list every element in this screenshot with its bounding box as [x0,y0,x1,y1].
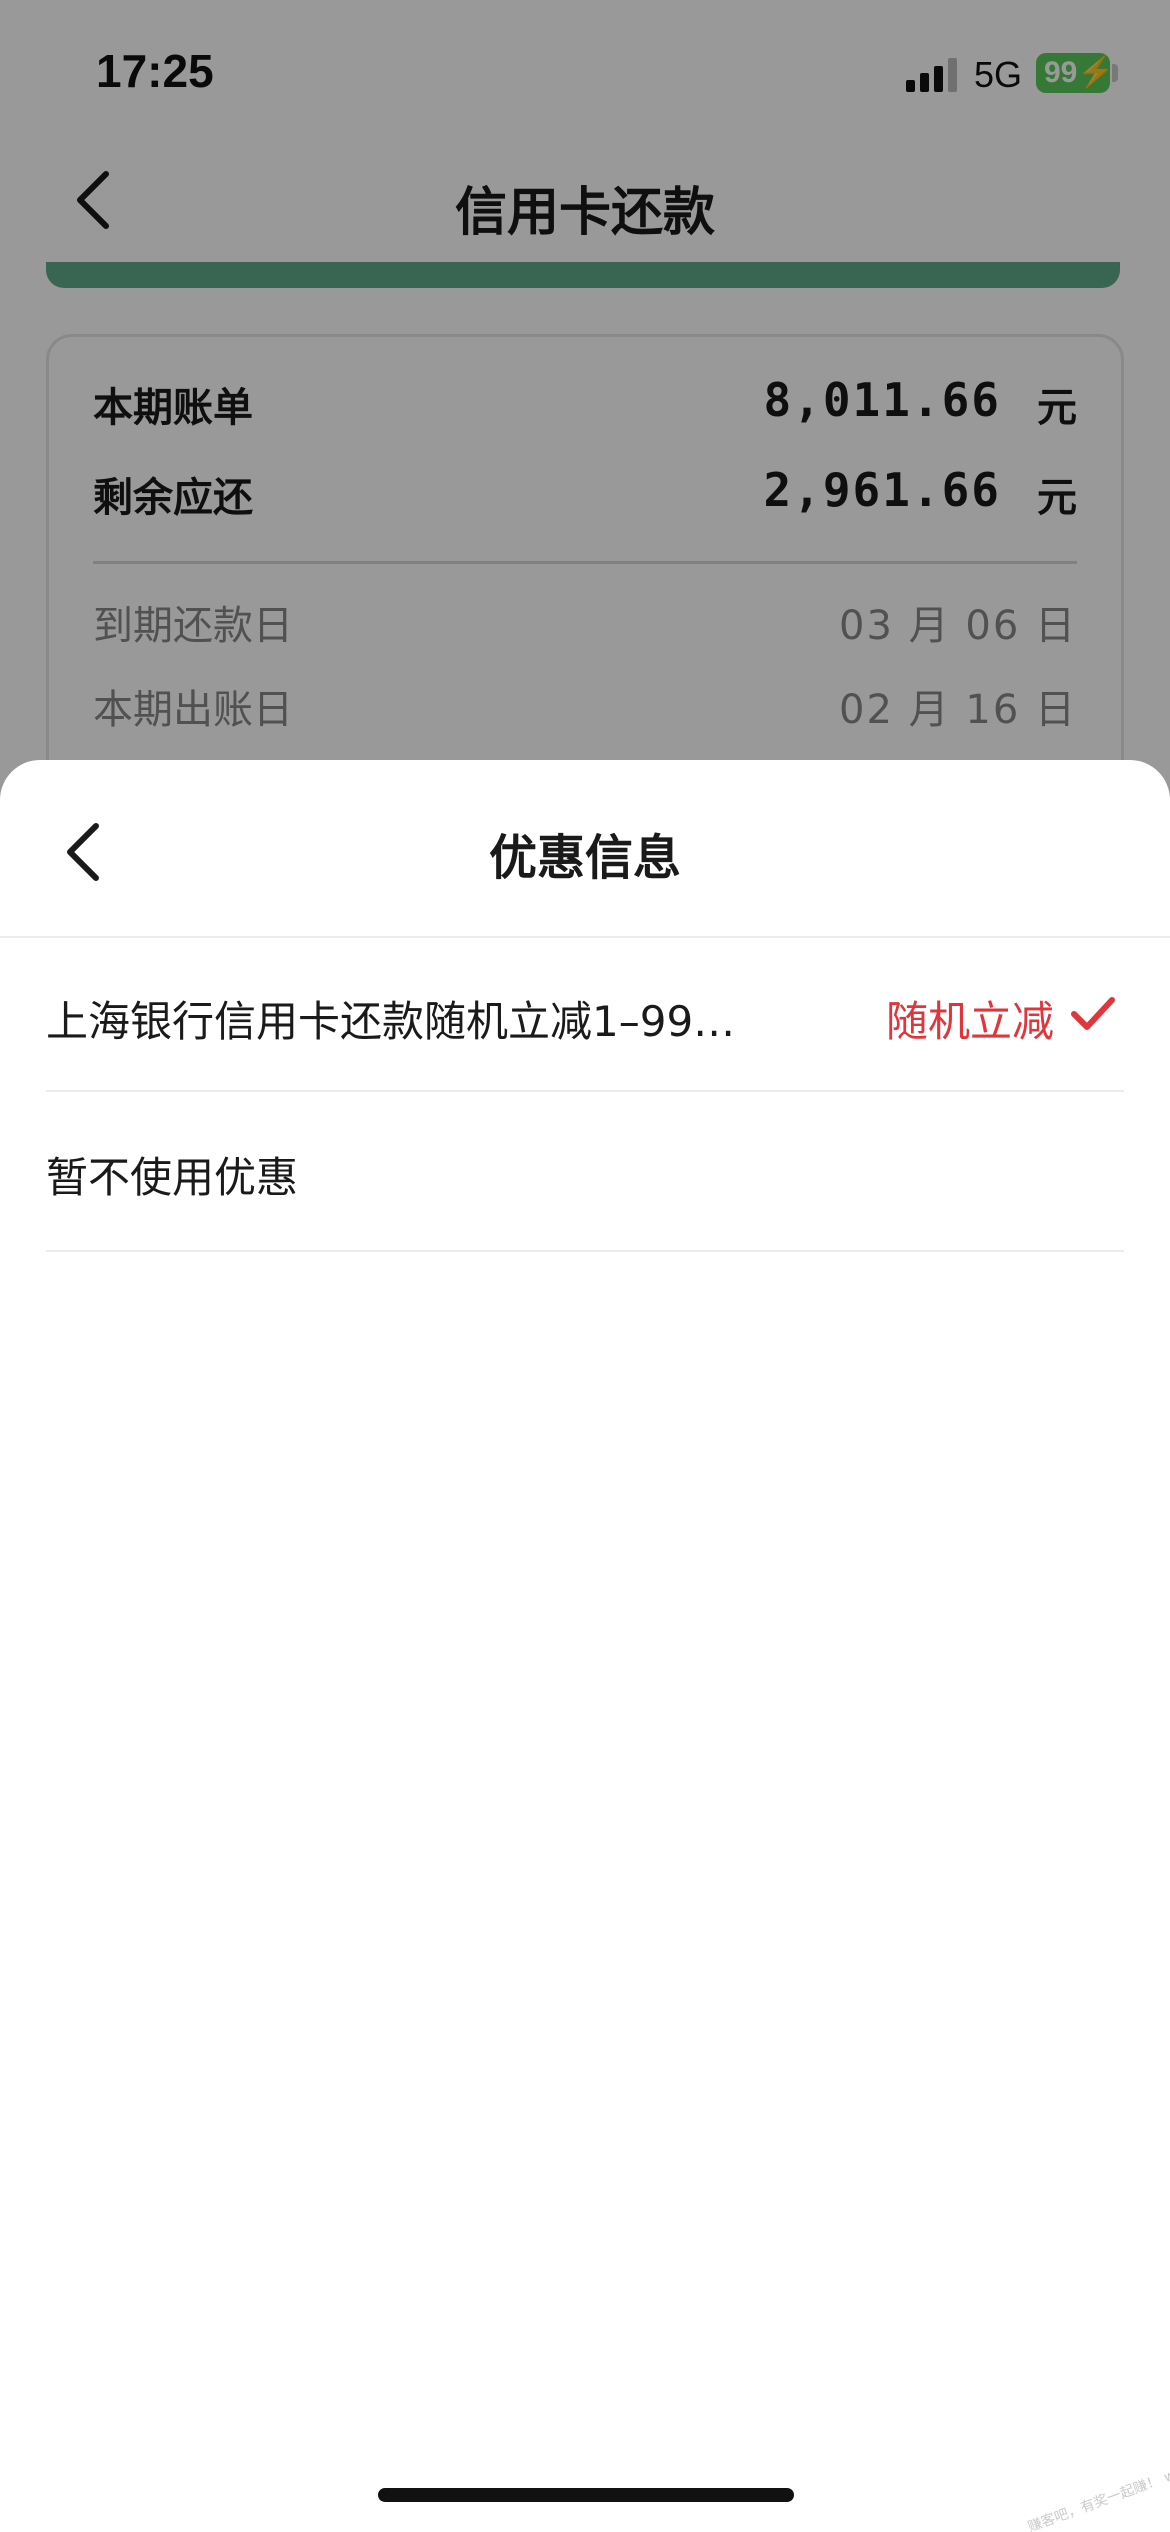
modal-overlay[interactable] [0,0,1170,800]
screen: 17:25 5G 99⚡ 信用卡还款 本期账单 8,011.66 元 剩余应还 … [0,0,1170,2532]
discount-sheet: 优惠信息 上海银行信用卡还款随机立减1–99… 随机立减 暂不使用优惠 [0,760,1170,2532]
option-label: 暂不使用优惠 [46,1153,299,1202]
home-indicator[interactable] [378,2488,794,2502]
checkmark-icon [1071,997,1115,1030]
sheet-header: 优惠信息 [0,760,1170,938]
background-page: 17:25 5G 99⚡ 信用卡还款 本期账单 8,011.66 元 剩余应还 … [0,0,1170,834]
option-label: 上海银行信用卡还款随机立减1–99… [46,997,736,1046]
option-tag: 随机立减 [885,997,1054,1046]
sheet-title: 优惠信息 [488,830,681,886]
discount-option-none[interactable]: 暂不使用优惠 [46,1092,1124,1252]
discount-option-random[interactable]: 上海银行信用卡还款随机立减1–99… 随机立减 [46,938,1124,1092]
